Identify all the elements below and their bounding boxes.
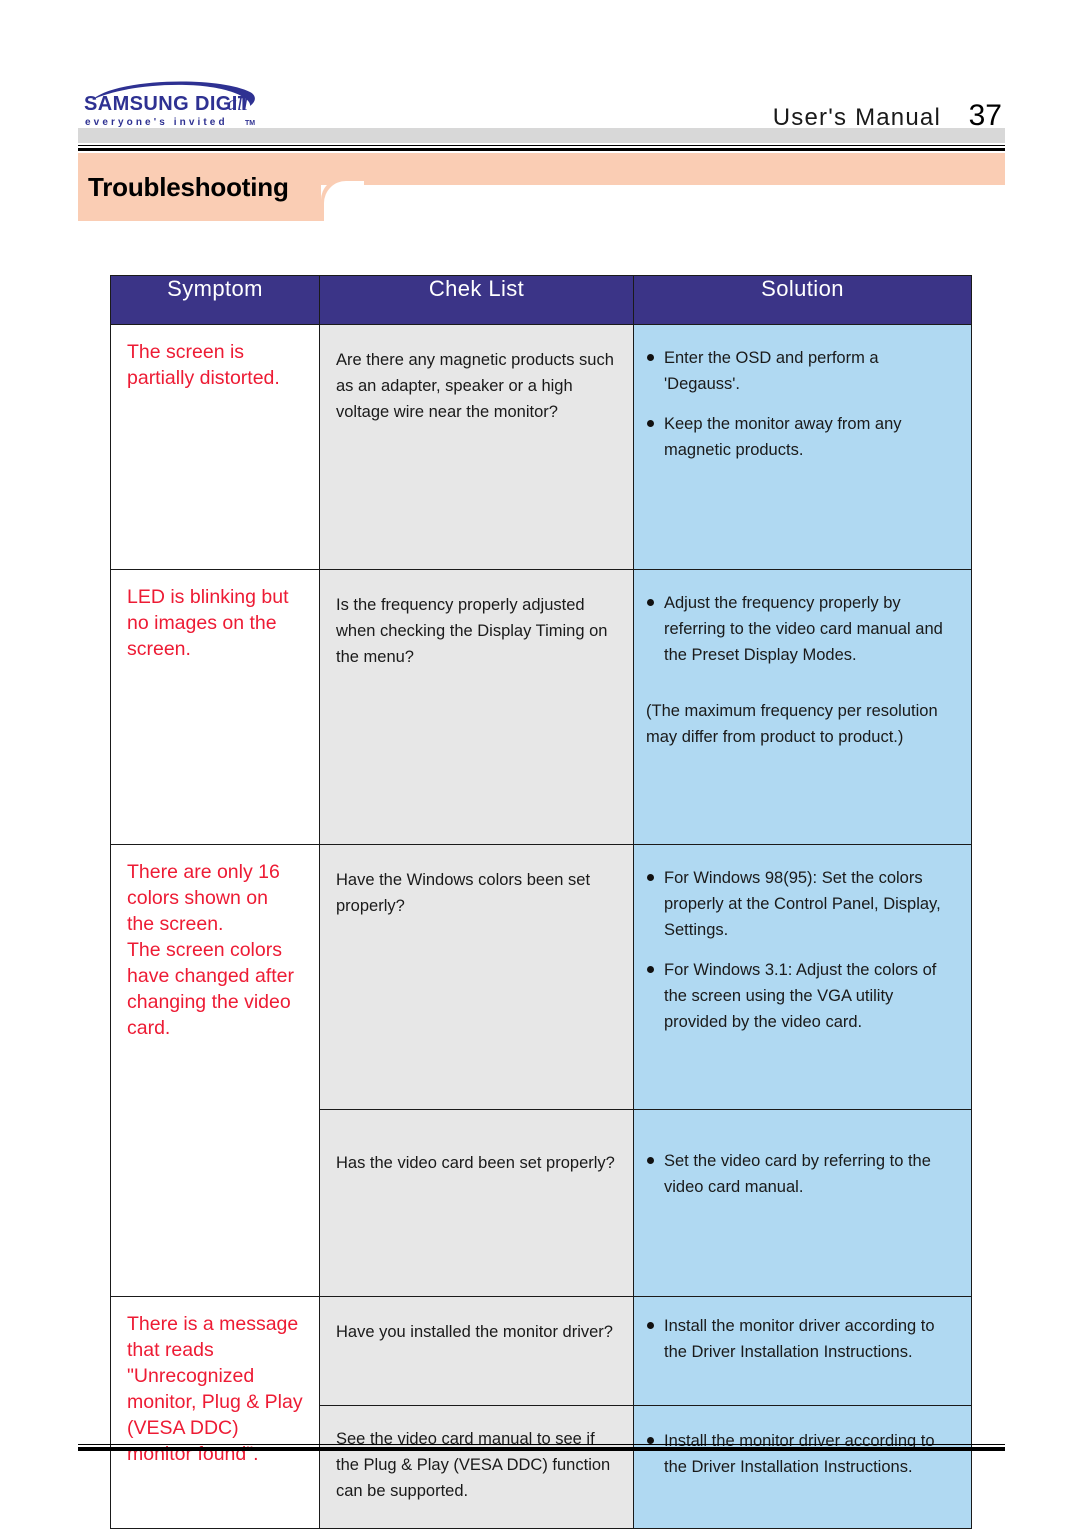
checklist-cell: See the video card manual to see if the … [319, 1405, 634, 1529]
column-header-symptom: Symptom [110, 275, 320, 325]
svg-text:everyone's invited: everyone's invited [85, 117, 228, 128]
checklist-cell: Have you installed the monitor driver? [319, 1296, 634, 1406]
checklist-text: Have the Windows colors been set properl… [336, 871, 591, 915]
symptom-cell: There is a message that reads "Unrecogni… [110, 1296, 320, 1529]
table-row: There is a message that reads "Unrecogni… [110, 1296, 972, 1529]
bullet-dot-icon [647, 354, 654, 361]
solution-bullet-list: Install the monitor driver according to … [646, 1428, 959, 1480]
checklist-cell: Have the Windows colors been set properl… [319, 844, 634, 1110]
list-item: Enter the OSD and perform a 'Degauss'. [646, 345, 959, 397]
solution-text: Enter the OSD and perform a 'Degauss'. [664, 349, 879, 393]
footer-rule-thick [78, 1447, 1005, 1451]
bullet-dot-icon [647, 420, 654, 427]
symptom-line: card. [127, 1017, 171, 1039]
table-row: The screen is partially distorted. Are t… [110, 324, 972, 570]
symptom-cell: There are only 16 colors shown on the sc… [110, 844, 320, 1297]
symptom-line: LED is blinking but [127, 586, 289, 608]
symptom-line: changing the video [127, 991, 291, 1013]
checklist-text: See the video card manual to see if the … [336, 1430, 611, 1500]
symptom-line: monitor, Plug & Play [127, 1391, 303, 1413]
header-rule-thick [78, 148, 1005, 151]
header-grey-band [78, 128, 1005, 143]
solution-text: For Windows 98(95): Set the colors prope… [664, 869, 941, 939]
solution-cell: Enter the OSD and perform a 'Degauss'. K… [633, 324, 972, 570]
section-banner-notch-cover [324, 181, 364, 226]
svg-text:TM: TM [245, 120, 255, 127]
bullet-dot-icon [647, 966, 654, 973]
solution-text: Install the monitor driver according to … [664, 1317, 935, 1361]
checklist-text: Is the frequency properly adjusted when … [336, 596, 608, 666]
logo-svg: SAMSUNG DIGIT all everyone's invited TM [84, 81, 255, 128]
symptom-line: "Unrecognized [127, 1365, 255, 1387]
column-header-solution: Solution [633, 275, 972, 325]
table-row: LED is blinking but no images on the scr… [110, 569, 972, 845]
solution-cell: Adjust the frequency properly by referri… [633, 569, 972, 845]
troubleshooting-table: Symptom Chek List Solution The screen is… [110, 275, 972, 1529]
bullet-dot-icon [647, 874, 654, 881]
solution-cell: Install the monitor driver according to … [633, 1296, 972, 1406]
footer-rule-thin [78, 1444, 1005, 1445]
solution-bullet-list: Set the video card by referring to the v… [646, 1148, 959, 1200]
list-item: Adjust the frequency properly by referri… [646, 590, 959, 668]
symptom-line: (VESA DDC) [127, 1417, 239, 1439]
symptom-line: There is a message [127, 1313, 299, 1335]
page-title: Troubleshooting [88, 172, 289, 202]
symptom-line: colors shown on [127, 887, 268, 909]
checklist-cell: Is the frequency properly adjusted when … [319, 569, 634, 845]
symptom-line: screen. [127, 638, 191, 660]
solution-bullet-list: Adjust the frequency properly by referri… [646, 590, 959, 668]
symptom-line: There are only 16 [127, 861, 280, 883]
bullet-dot-icon [647, 599, 654, 606]
solution-text: Keep the monitor away from any magnetic … [664, 415, 902, 459]
page-header: SAMSUNG DIGIT all everyone's invited TM … [0, 0, 1080, 151]
solution-text: For Windows 3.1: Adjust the colors of th… [664, 961, 937, 1031]
symptom-cell: LED is blinking but no images on the scr… [110, 569, 320, 845]
solution-cell: For Windows 98(95): Set the colors prope… [633, 844, 972, 1110]
symptom-line: the screen. [127, 913, 224, 935]
solution-text: Set the video card by referring to the v… [664, 1152, 931, 1196]
table-head: Symptom Chek List Solution [110, 275, 972, 325]
checklist-cell: Are there any magnetic products such as … [319, 324, 634, 570]
solution-text: Install the monitor driver according to … [664, 1432, 935, 1476]
symptom-cell: The screen is partially distorted. [110, 324, 320, 570]
svg-text:all: all [227, 93, 249, 115]
bullet-dot-icon [647, 1157, 654, 1164]
header-rule-thin [78, 145, 1005, 146]
samsung-digitall-logo: SAMSUNG DIGIT all everyone's invited TM [78, 76, 268, 132]
solution-bullet-list: Install the monitor driver according to … [646, 1313, 959, 1365]
symptom-line: partially distorted. [127, 367, 280, 389]
solution-bullet-list: Enter the OSD and perform a 'Degauss'. K… [646, 345, 959, 463]
svg-text:SAMSUNG DIGIT: SAMSUNG DIGIT [84, 93, 250, 115]
list-item: Install the monitor driver according to … [646, 1313, 959, 1365]
checklist-text: Are there any magnetic products such as … [336, 351, 614, 421]
solution-note: (The maximum frequency per resolution ma… [646, 702, 938, 746]
bullet-dot-icon [647, 1437, 654, 1444]
checklist-text: Have you installed the monitor driver? [336, 1323, 613, 1341]
bullet-dot-icon [647, 1322, 654, 1329]
table-body: The screen is partially distorted. Are t… [110, 324, 972, 1529]
table-row: There are only 16 colors shown on the sc… [110, 844, 972, 1297]
symptom-line: have changed after [127, 965, 294, 987]
list-item: Set the video card by referring to the v… [646, 1148, 959, 1200]
list-item: For Windows 3.1: Adjust the colors of th… [646, 957, 959, 1035]
solution-cell: Install the monitor driver according to … [633, 1405, 972, 1529]
symptom-line: The screen is [127, 341, 245, 363]
table-header-row: Symptom Chek List Solution [110, 275, 972, 325]
checklist-text: Has the video card been set properly? [336, 1154, 615, 1172]
list-item: Keep the monitor away from any magnetic … [646, 411, 959, 463]
checklist-cell: Has the video card been set properly? [319, 1109, 634, 1297]
solution-cell: Set the video card by referring to the v… [633, 1109, 972, 1297]
list-item: For Windows 98(95): Set the colors prope… [646, 865, 959, 943]
symptom-line: The screen colors [127, 939, 282, 961]
column-header-checklist: Chek List [319, 275, 634, 325]
list-item: Install the monitor driver according to … [646, 1428, 959, 1480]
solution-bullet-list: For Windows 98(95): Set the colors prope… [646, 865, 959, 1035]
symptom-line: that reads [127, 1339, 214, 1361]
symptom-line: no images on the [127, 612, 277, 634]
solution-text: Adjust the frequency properly by referri… [664, 594, 943, 664]
